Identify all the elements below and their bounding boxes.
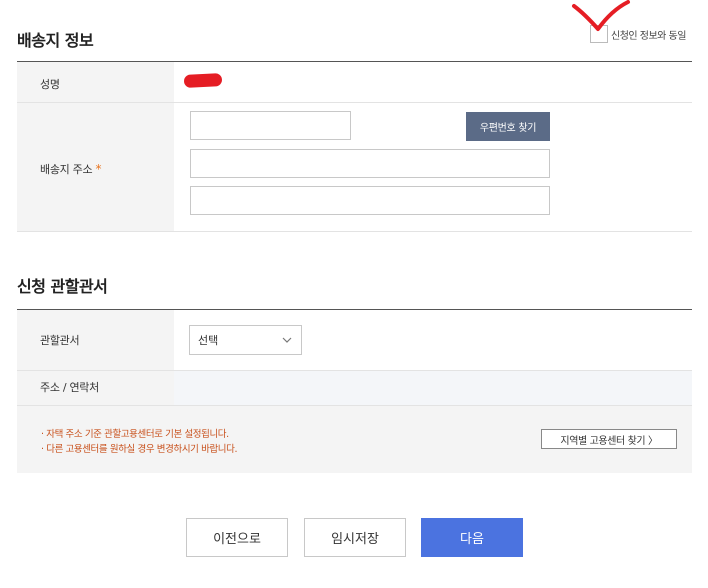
office-select[interactable]: 선택	[189, 325, 302, 355]
name-label: 성명	[40, 78, 60, 91]
zipcode-search-button[interactable]: 우편번호 찾기	[466, 112, 550, 141]
address-line2-input[interactable]	[190, 186, 550, 215]
office-section-title: 신청 관할관서	[17, 277, 108, 296]
notice-line-2: · 다른 고용센터를 원하실 경우 변경하시기 바랍니다.	[41, 444, 238, 455]
contact-value-cell	[174, 371, 692, 405]
required-mark: *	[95, 162, 102, 176]
divider	[17, 231, 692, 232]
next-button[interactable]: 다음	[421, 518, 523, 557]
notice-line-1: · 자택 주소 기준 관할고용센터로 기본 설정됩니다.	[41, 429, 229, 440]
redacted-name	[183, 73, 223, 88]
prev-button[interactable]: 이전으로	[186, 518, 288, 557]
address-line1-input[interactable]	[190, 149, 550, 178]
office-select-value: 선택	[198, 334, 219, 347]
temp-save-button[interactable]: 임시저장	[304, 518, 406, 557]
chevron-down-icon	[282, 337, 292, 343]
find-regional-center-button[interactable]: 지역별 고용센터 찾기 〉	[541, 429, 677, 449]
office-label: 관할관서	[40, 334, 80, 347]
zipcode-input[interactable]	[190, 111, 351, 140]
red-checkmark-annotation	[572, 0, 630, 31]
address-label: 배송지 주소 *	[40, 161, 101, 177]
address-label-text: 배송지 주소	[40, 163, 93, 176]
contact-label: 주소 / 연락처	[40, 381, 99, 394]
shipping-section-title: 배송지 정보	[17, 31, 94, 50]
